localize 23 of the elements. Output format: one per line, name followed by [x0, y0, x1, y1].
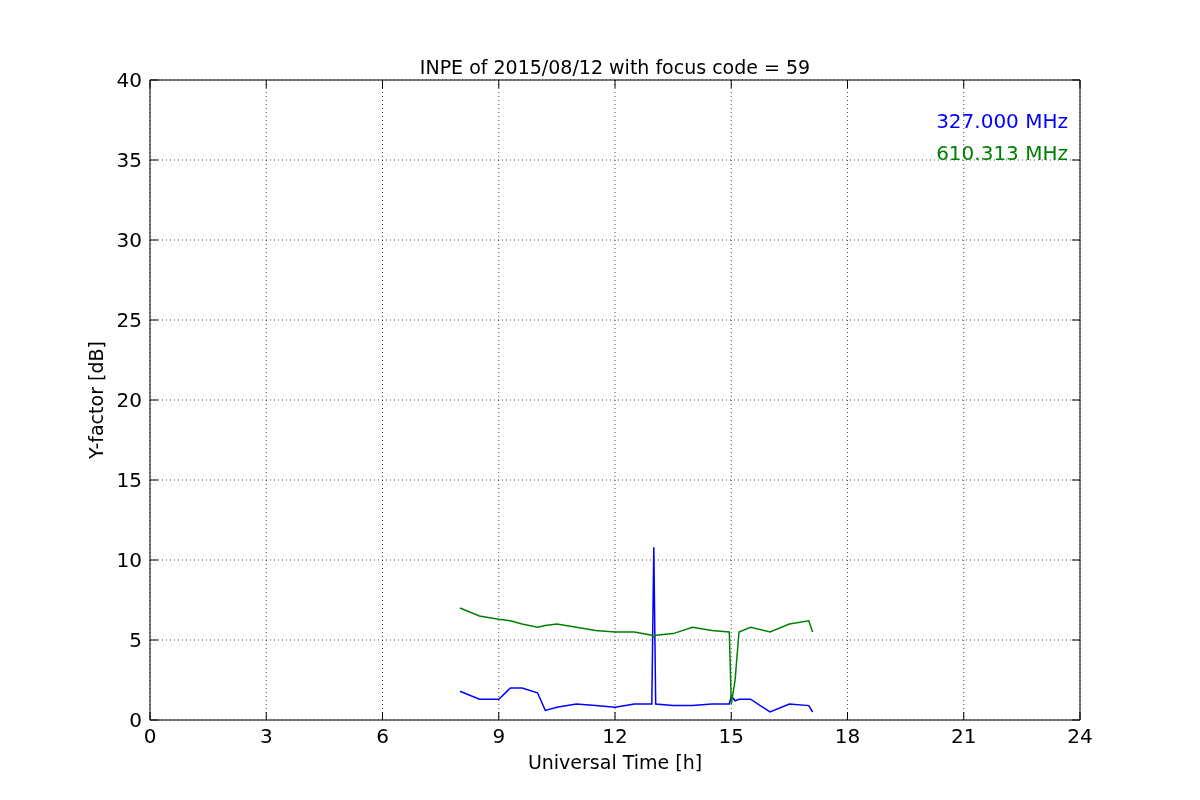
x-tick-label: 0 — [143, 724, 157, 748]
y-tick-label: 10 — [116, 548, 142, 572]
y-tick-label: 40 — [116, 68, 142, 92]
chart-title: INPE of 2015/08/12 with focus code = 59 — [419, 56, 811, 78]
x-tick-label: 12 — [602, 724, 628, 748]
y-axis-label: Y-factor [dB] — [85, 341, 107, 459]
y-tick-label: 30 — [116, 228, 142, 252]
y-tick-label: 0 — [129, 708, 142, 732]
x-tick-label: 3 — [259, 724, 273, 748]
y-tick-label: 25 — [116, 308, 142, 332]
x-tick-label: 24 — [1067, 724, 1093, 748]
y-tick-label: 20 — [116, 388, 142, 412]
legend-label: 327.000 MHz — [936, 109, 1068, 133]
y-tick-label: 35 — [116, 148, 142, 172]
x-tick-label: 9 — [492, 724, 506, 748]
x-axis-label: Universal Time [h] — [527, 751, 703, 773]
x-tick-label: 18 — [834, 724, 861, 748]
y-tick-label: 15 — [116, 468, 142, 492]
x-tick-label: 15 — [718, 724, 744, 748]
y-tick-label: 5 — [129, 628, 142, 652]
legend-label: 610.313 MHz — [936, 141, 1068, 165]
x-tick-label: 21 — [951, 724, 977, 748]
x-tick-label: 6 — [376, 724, 389, 748]
